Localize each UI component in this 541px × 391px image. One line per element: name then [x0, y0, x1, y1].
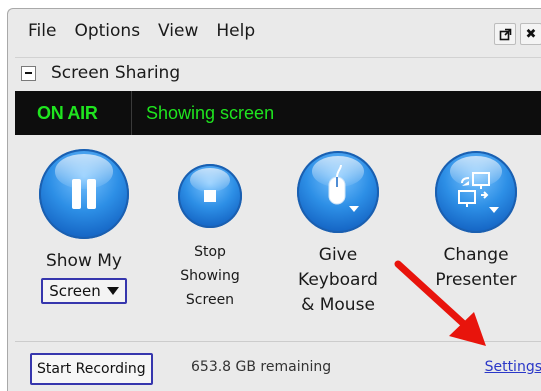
- give-keyboard-mouse-tool: Give Keyboard & Mouse: [285, 151, 391, 318]
- window-controls: ✖: [494, 23, 541, 45]
- bottom-bar: Start Recording 653.8 GB remaining Setti…: [15, 341, 541, 391]
- give-label-2: Keyboard: [298, 270, 378, 290]
- swap-monitors-icon: [458, 172, 499, 213]
- on-air-label: ON AIR: [37, 102, 98, 123]
- chevron-down-icon: [106, 287, 119, 295]
- change-presenter-button[interactable]: [435, 151, 517, 233]
- popout-glyph: [499, 28, 511, 40]
- status-bar: ON AIR Showing screen: [15, 91, 541, 135]
- menu-options[interactable]: Options: [74, 21, 140, 41]
- give-label-3: & Mouse: [301, 295, 375, 315]
- menu-file[interactable]: File: [28, 21, 56, 41]
- collapse-icon[interactable]: [21, 65, 36, 81]
- stop-label-2: Showing: [180, 268, 240, 284]
- screen-sharing-window: File Options View Help ✖ Screen Sharing …: [7, 8, 541, 391]
- stop-showing-button[interactable]: [178, 164, 242, 228]
- settings-link[interactable]: Settings: [485, 359, 541, 375]
- change-presenter-tool: Change Presenter: [426, 151, 526, 293]
- popout-icon[interactable]: [494, 23, 516, 45]
- section-title: Screen Sharing: [51, 63, 181, 83]
- status-text: Showing screen: [146, 102, 275, 123]
- screen-dropdown-value: Screen: [49, 282, 101, 300]
- stop-label-3: Screen: [185, 292, 235, 308]
- stop-label-1: Stop: [194, 244, 226, 260]
- screen-dropdown[interactable]: Screen: [41, 278, 127, 304]
- change-label-2: Presenter: [435, 270, 517, 290]
- close-icon[interactable]: ✖: [520, 23, 541, 45]
- menu-view[interactable]: View: [158, 21, 198, 41]
- storage-remaining: 653.8 GB remaining: [191, 359, 332, 375]
- start-recording-button[interactable]: Start Recording: [30, 353, 153, 385]
- stop-showing-tool: Stop Showing Screen: [172, 164, 248, 312]
- change-label-1: Change: [443, 245, 509, 265]
- section-header: Screen Sharing: [15, 57, 541, 88]
- stop-icon: [204, 190, 216, 202]
- status-divider: [131, 91, 132, 135]
- mouse-icon: [328, 164, 359, 212]
- show-my-screen-button[interactable]: [39, 149, 129, 239]
- pause-icon: [72, 179, 96, 209]
- give-keyboard-mouse-button[interactable]: [297, 151, 379, 233]
- show-my-screen-tool: Show My Screen: [36, 149, 132, 304]
- menu-help[interactable]: Help: [216, 21, 255, 41]
- show-my-label: Show My: [45, 251, 122, 271]
- give-label-1: Give: [318, 245, 358, 265]
- menu-bar: File Options View Help ✖: [8, 9, 541, 53]
